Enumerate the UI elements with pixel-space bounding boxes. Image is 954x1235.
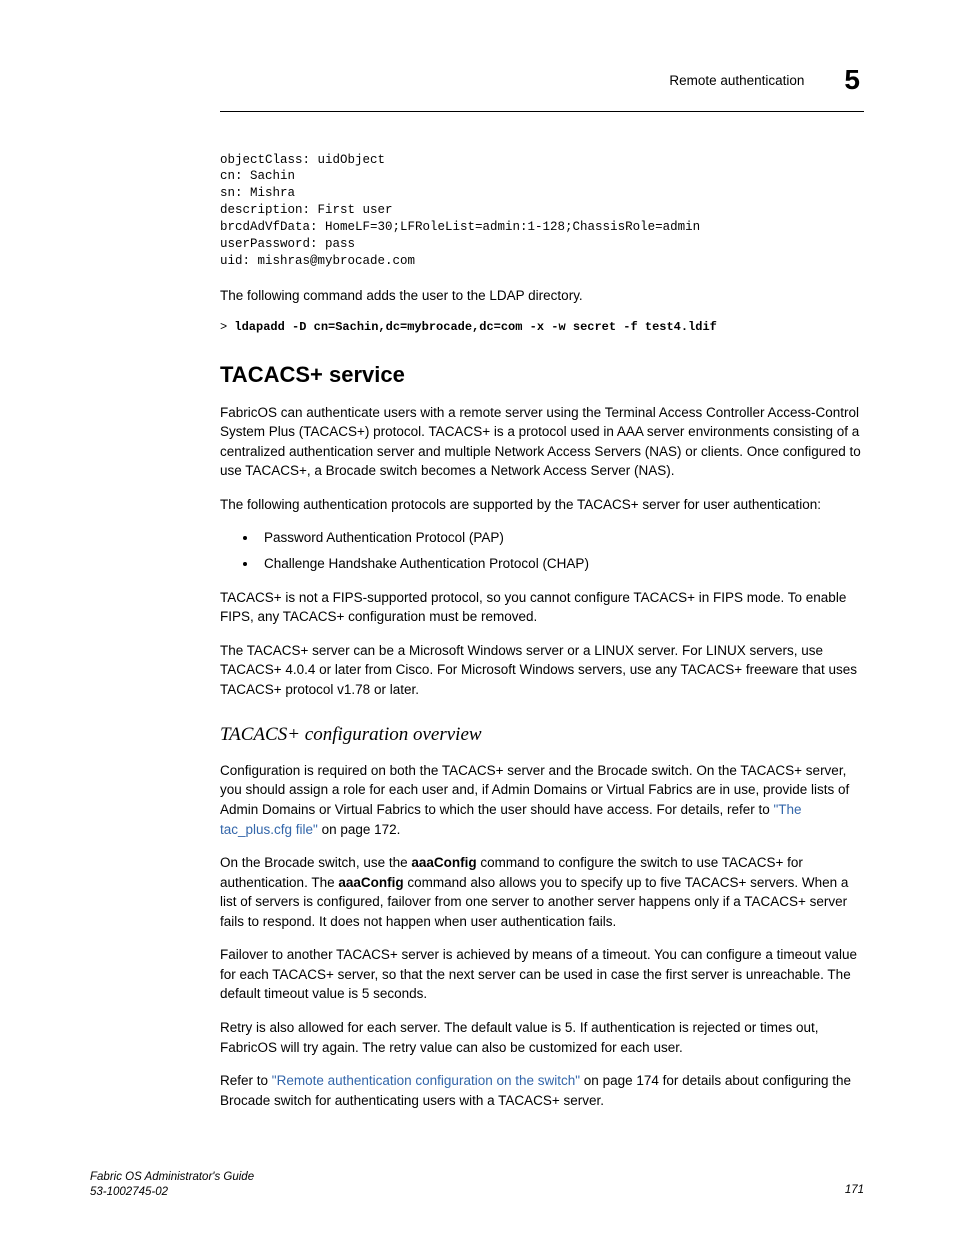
protocol-list: Password Authentication Protocol (PAP) C…: [220, 528, 864, 573]
body-paragraph: The following authentication protocols a…: [220, 495, 864, 515]
ldapadd-command: > ldapadd -D cn=Sachin,dc=mybrocade,dc=c…: [220, 319, 864, 336]
command-name: aaaConfig: [411, 855, 476, 870]
body-paragraph: On the Brocade switch, use the aaaConfig…: [220, 853, 864, 931]
chapter-number: 5: [844, 60, 860, 101]
running-header-title: Remote authentication: [669, 71, 804, 91]
command-name: aaaConfig: [338, 875, 403, 890]
footer-doc-number: 53-1002745-02: [90, 1185, 254, 1199]
xref-link-remote-auth-config[interactable]: "Remote authentication configuration on …: [272, 1073, 580, 1088]
command-text: ldapadd -D cn=Sachin,dc=mybrocade,dc=com…: [234, 320, 716, 334]
intro-paragraph: The following command adds the user to t…: [220, 286, 864, 306]
subsection-heading-overview: TACACS+ configuration overview: [220, 721, 864, 749]
footer-left: Fabric OS Administrator's Guide 53-10027…: [90, 1170, 254, 1199]
text-run: Configuration is required on both the TA…: [220, 763, 849, 817]
body-paragraph: Retry is also allowed for each server. T…: [220, 1018, 864, 1057]
body-paragraph: The TACACS+ server can be a Microsoft Wi…: [220, 641, 864, 700]
body-paragraph: Configuration is required on both the TA…: [220, 761, 864, 839]
list-item: Challenge Handshake Authentication Proto…: [258, 554, 864, 574]
list-item: Password Authentication Protocol (PAP): [258, 528, 864, 548]
body-paragraph: TACACS+ is not a FIPS-supported protocol…: [220, 588, 864, 627]
body-paragraph: FabricOS can authenticate users with a r…: [220, 403, 864, 481]
footer-page-number: 171: [845, 1182, 864, 1199]
page-header: Remote authentication 5: [220, 60, 864, 101]
body-paragraph: Failover to another TACACS+ server is ac…: [220, 945, 864, 1004]
body-paragraph: Refer to "Remote authentication configur…: [220, 1071, 864, 1110]
section-heading-tacacs: TACACS+ service: [220, 359, 864, 391]
ldif-code-block: objectClass: uidObject cn: Sachin sn: Mi…: [220, 152, 864, 270]
text-run: Refer to: [220, 1073, 272, 1088]
footer-guide-title: Fabric OS Administrator's Guide: [90, 1170, 254, 1184]
text-run: on page 172.: [318, 822, 401, 837]
page-footer: Fabric OS Administrator's Guide 53-10027…: [90, 1170, 864, 1199]
header-rule: [220, 111, 864, 112]
prompt: >: [220, 320, 234, 334]
text-run: On the Brocade switch, use the: [220, 855, 411, 870]
